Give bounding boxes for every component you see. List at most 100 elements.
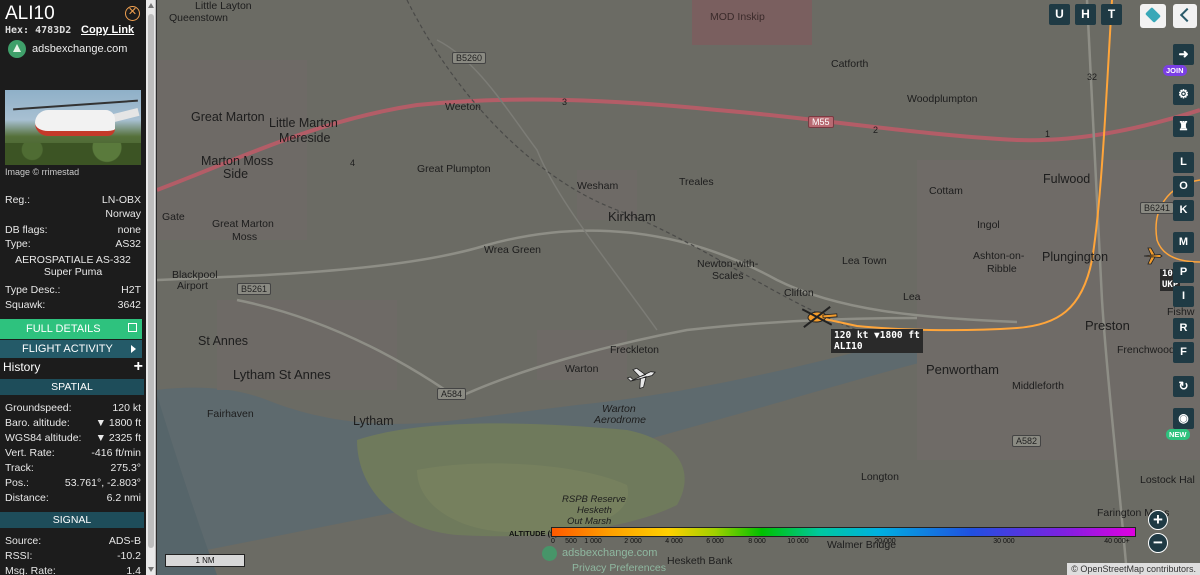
login-button[interactable]: ➜ (1173, 44, 1194, 65)
adsbexchange-logo-icon (8, 40, 26, 58)
wgs84-altitude-value: ▼ 2325 ft (95, 432, 141, 444)
altitude-tick: 6 000 (706, 538, 724, 545)
place-fulwood: Fulwood (1043, 172, 1091, 186)
spatial-section-header[interactable]: SPATIAL (0, 379, 144, 395)
place-little-marton: Little Marton (269, 116, 338, 130)
settings-button[interactable]: ⚙ (1173, 84, 1194, 105)
distance-label: Distance: (5, 492, 49, 504)
type-value: AS32 (115, 238, 141, 250)
road-label-b6241: B6241 (1140, 202, 1175, 214)
place-queenstown: Queenstown (169, 12, 228, 24)
selected-aircraft-label[interactable]: 120 kt ▼1800 ft ALI10 (831, 329, 923, 353)
place-st-annes: St Annes (198, 334, 249, 348)
flight-activity-button[interactable]: FLIGHT ACTIVITY (0, 340, 142, 358)
position-label: Pos.: (5, 477, 29, 489)
place-marton-moss-side-1: Marton Moss (201, 154, 274, 168)
type-description-line1: AEROSPATIALE AS-332 (15, 254, 131, 266)
r-button[interactable]: R (1173, 318, 1194, 339)
road-label-a584: A584 (437, 388, 467, 400)
osm-attribution[interactable]: © OpenStreetMap contributors. (1067, 563, 1200, 575)
road-label-m55: M55 (808, 116, 834, 128)
t-button[interactable]: T (1101, 4, 1122, 25)
place-gate: Gate (162, 211, 185, 223)
view-button[interactable]: ◉ (1173, 408, 1194, 429)
aircraft-info-sidebar: ALI10 ✕ Hex: 4783D2 Copy Link adsbexchan… (0, 0, 146, 575)
place-lea: Lea (903, 291, 921, 303)
k-button[interactable]: K (1173, 200, 1194, 221)
h-button[interactable]: H (1075, 4, 1096, 25)
photo-credit[interactable]: Image © rrimestad (5, 167, 79, 177)
place-newton-2: Scales (712, 270, 744, 282)
altitude-tick: 500 (565, 538, 577, 545)
place-middleforth: Middleforth (1012, 380, 1064, 392)
copy-link[interactable]: Copy Link (81, 24, 134, 36)
place-lostock-hall: Lostock Hal (1140, 474, 1195, 486)
vert-rate-row: Vert. Rate: -416 ft/min (5, 447, 141, 459)
p-button[interactable]: P (1173, 262, 1194, 283)
reg-label: Reg.: (5, 194, 31, 206)
hex-label: Hex: (5, 25, 30, 36)
join-badge[interactable]: JOIN (1163, 65, 1187, 76)
i-button[interactable]: I (1173, 286, 1194, 307)
source-value: ADS-B (108, 535, 141, 547)
place-wesham: Wesham (577, 180, 619, 192)
sidebar-scrollbar[interactable] (146, 0, 156, 575)
place-great-marton-moss-1: Great Marton (212, 218, 274, 230)
place-fishwick: Fishw (1167, 306, 1195, 318)
vert-rate-value: -416 ft/min (91, 447, 141, 459)
place-fairhaven: Fairhaven (207, 408, 254, 420)
scrollbar-thumb[interactable] (148, 14, 154, 548)
place-great-plumpton: Great Plumpton (417, 163, 491, 175)
hex-row: Hex: 4783D2 (5, 25, 71, 36)
place-ingol: Ingol (977, 219, 1000, 231)
place-warton: Warton (565, 363, 599, 375)
login-arrow-icon: ➜ (1178, 47, 1189, 61)
map-layers-button[interactable] (1140, 4, 1166, 28)
map-base-layer (157, 0, 1200, 575)
brand-row[interactable]: adsbexchange.com (8, 40, 127, 58)
place-woodplumpton: Woodplumpton (907, 93, 978, 105)
scroll-up-arrow-icon[interactable] (148, 3, 154, 8)
place-preston: Preston (1085, 318, 1130, 333)
squawk-label: Squawk: (5, 299, 46, 311)
baro-altitude-label: Baro. altitude: (5, 417, 70, 429)
reg-value: LN-OBX (101, 194, 141, 206)
groundspeed-label: Groundspeed: (5, 402, 72, 414)
expand-plus-icon[interactable]: + (134, 358, 143, 376)
typedesc-row: Type Desc.: H2T (5, 284, 141, 296)
close-icon[interactable]: ✕ (125, 6, 140, 21)
flight-activity-label: FLIGHT ACTIVITY (22, 343, 113, 355)
zoom-in-button[interactable]: + (1148, 510, 1168, 530)
replay-button[interactable]: ↻ (1173, 376, 1194, 397)
toggle-sidebar-button[interactable] (1173, 4, 1197, 28)
signal-section-header[interactable]: SIGNAL (0, 512, 144, 528)
junction-4: 4 (350, 158, 356, 168)
zoom-out-button[interactable]: − (1148, 533, 1168, 553)
place-mereside: Mereside (279, 131, 331, 145)
history-header[interactable]: History + (3, 358, 143, 376)
place-freckleton: Freckleton (610, 344, 660, 356)
selected-aircraft-icon[interactable] (801, 306, 838, 328)
m-button[interactable]: M (1173, 232, 1194, 253)
privacy-preferences-link[interactable]: Privacy Preferences (572, 562, 666, 574)
aircraft-photo[interactable] (5, 90, 141, 165)
road-label-a582: A582 (1012, 435, 1042, 447)
msg-rate-row: Msg. Rate: 1.4 (5, 565, 141, 575)
place-hesketh-bank: Hesketh Bank (667, 555, 733, 567)
u-button[interactable]: U (1049, 4, 1070, 25)
o-button[interactable]: O (1173, 176, 1194, 197)
replay-icon: ↻ (1178, 379, 1189, 393)
place-rspb-1: RSPB Reserve (562, 494, 626, 505)
l-button[interactable]: L (1173, 152, 1194, 173)
map-view[interactable]: Queenstown Little Layton Great Marton Li… (157, 0, 1200, 575)
groundspeed-value: 120 kt (112, 402, 141, 414)
place-lea-town: Lea Town (842, 255, 887, 267)
altitude-tick: 10 000 (787, 538, 809, 545)
f-button[interactable]: F (1173, 342, 1194, 363)
scroll-down-arrow-icon[interactable] (148, 567, 154, 572)
full-details-button[interactable]: FULL DETAILS (0, 319, 142, 339)
road-label-b5261: B5261 (237, 283, 272, 295)
squawk-value: 3642 (117, 299, 141, 311)
other-aircraft-icon[interactable] (625, 363, 658, 391)
filter-button[interactable]: ♜ (1173, 116, 1194, 137)
